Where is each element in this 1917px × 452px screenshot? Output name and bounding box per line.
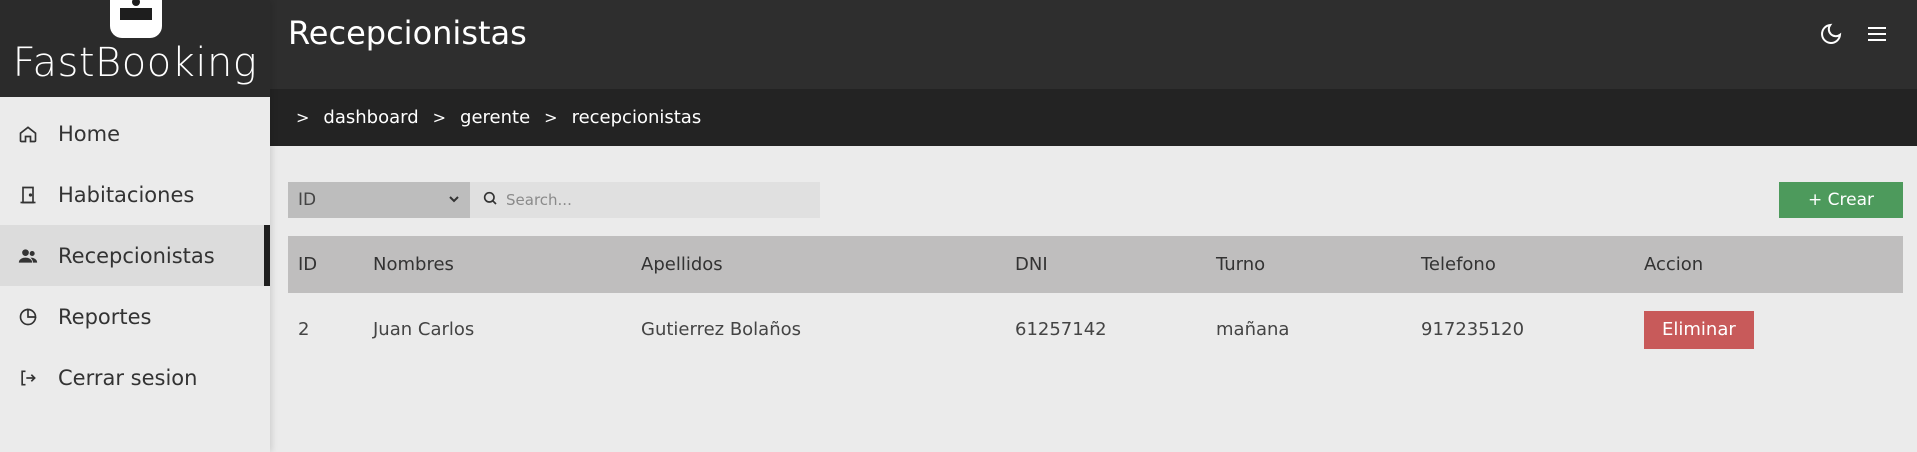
sidebar-item-recepcionistas[interactable]: Recepcionistas — [0, 225, 270, 286]
breadcrumb-dashboard[interactable]: dashboard — [323, 107, 418, 128]
pie-chart-icon — [18, 307, 38, 327]
cell-turno: mañana — [1216, 319, 1290, 340]
cell-id: 2 — [298, 319, 310, 340]
column-header-telefono: Telefono — [1421, 254, 1496, 275]
column-header-apellidos: Apellidos — [641, 254, 723, 275]
filter-bar: ID — [288, 182, 820, 218]
search-box — [470, 182, 820, 218]
filter-field-select[interactable]: ID — [288, 182, 470, 218]
top-header: Recepcionistas — [270, 0, 1917, 89]
menu-icon[interactable] — [1863, 20, 1891, 48]
door-icon — [18, 185, 38, 205]
column-header-id: ID — [298, 254, 318, 275]
sidebar-item-label: Cerrar sesion — [58, 365, 198, 390]
logout-icon — [18, 368, 38, 388]
sidebar-item-label: Home — [58, 121, 121, 146]
cell-nombres: Juan Carlos — [373, 319, 475, 340]
cell-telefono: 917235120 — [1421, 319, 1525, 340]
sidebar-item-cerrar-sesion[interactable]: Cerrar sesion — [0, 347, 270, 408]
column-header-turno: Turno — [1216, 254, 1266, 275]
cell-dni: 61257142 — [1015, 319, 1107, 340]
cell-apellidos: Gutierrez Bolaños — [641, 319, 802, 340]
chevron-right-icon: > — [432, 108, 447, 127]
brand: FastBooking — [0, 0, 270, 97]
chevron-down-icon — [448, 190, 460, 210]
sidebar-item-reportes[interactable]: Reportes — [0, 286, 270, 347]
delete-button[interactable]: Eliminar — [1644, 310, 1754, 349]
table-header-row: ID Nombres Apellidos DNI Turno Telefono … — [288, 236, 1903, 293]
moon-icon[interactable] — [1817, 20, 1845, 48]
breadcrumb-gerente[interactable]: gerente — [460, 107, 530, 128]
reception-desk-icon — [110, 0, 162, 38]
sidebar-item-habitaciones[interactable]: Habitaciones — [0, 164, 270, 225]
column-header-accion: Accion — [1644, 254, 1704, 275]
sidebar-nav: Home Habitaciones Recepcionistas Reporte… — [0, 97, 270, 408]
sidebar-item-label: Reportes — [58, 304, 152, 329]
cell-accion: Eliminar — [1634, 293, 1903, 366]
chevron-right-icon: > — [296, 108, 310, 127]
sidebar-item-label: Recepcionistas — [58, 243, 215, 268]
page-title: Recepcionistas — [288, 14, 527, 52]
search-input[interactable] — [506, 191, 806, 209]
column-header-dni: DNI — [1015, 254, 1048, 275]
table-row: 2 Juan Carlos Gutierrez Bolaños 61257142… — [288, 293, 1903, 366]
home-icon — [18, 124, 38, 144]
sidebar: FastBooking Home Habitaciones Recepcioni… — [0, 0, 270, 452]
recepcionistas-table: ID Nombres Apellidos DNI Turno Telefono … — [288, 236, 1903, 366]
brand-name: FastBooking — [12, 40, 258, 86]
chevron-right-icon: > — [544, 108, 558, 127]
sidebar-item-home[interactable]: Home — [0, 103, 270, 164]
breadcrumb-recepcionistas[interactable]: recepcionistas — [572, 107, 702, 128]
users-icon — [18, 246, 38, 266]
sidebar-item-label: Habitaciones — [58, 182, 195, 207]
search-icon — [482, 190, 498, 210]
create-button[interactable]: + Crear — [1779, 182, 1903, 218]
breadcrumb: > dashboard > gerente > recepcionistas — [270, 89, 1917, 146]
filter-field-value: ID — [298, 190, 317, 210]
column-header-nombres: Nombres — [373, 254, 454, 275]
